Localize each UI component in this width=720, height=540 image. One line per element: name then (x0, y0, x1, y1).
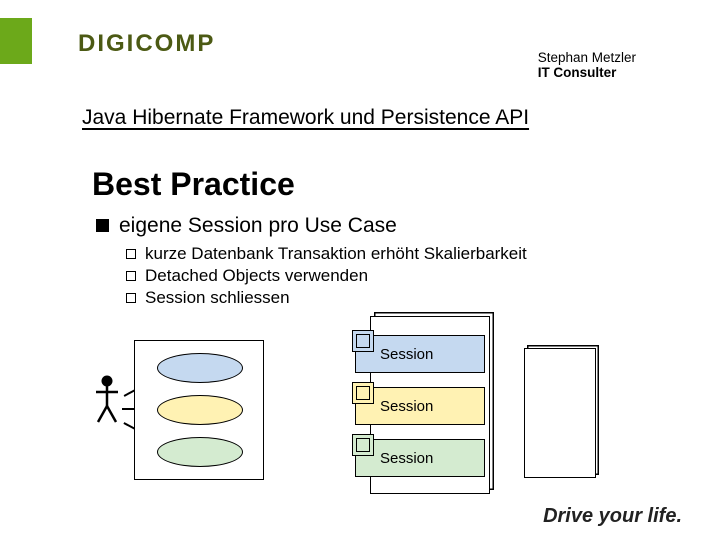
slide-heading: Best Practice (92, 166, 295, 203)
bullet-level2-text: Session schliessen (145, 288, 290, 308)
list-item: kurze Datenbank Transaktion erhöht Skali… (126, 244, 527, 264)
list-item: Session schliessen (126, 288, 527, 308)
bullet-level1-text: eigene Session pro Use Case (119, 214, 397, 238)
author-name: Stephan Metzler (538, 50, 636, 65)
session-box: Session (355, 387, 485, 425)
session-label: Session (380, 346, 433, 363)
author-block: Stephan Metzler IT Consulter (538, 50, 636, 80)
session-stack-container: Session Session Session (370, 316, 490, 494)
session-mini-icon (352, 434, 374, 456)
brand-slogan: Drive your life. (543, 505, 682, 528)
logo-text: DIGICOMP (78, 30, 215, 57)
brand-accent-bar (0, 18, 32, 64)
session-box: Session (355, 439, 485, 477)
list-item: Detached Objects verwenden (126, 266, 527, 286)
usecase-ellipse (157, 353, 243, 383)
database-box (524, 348, 596, 478)
square-bullet-icon (96, 219, 109, 232)
bullet-level1: eigene Session pro Use Case (96, 214, 397, 238)
session-label: Session (380, 398, 433, 415)
hollow-square-bullet-icon (126, 293, 136, 303)
hollow-square-bullet-icon (126, 249, 136, 259)
usecase-ellipse (157, 395, 243, 425)
hollow-square-bullet-icon (126, 271, 136, 281)
actor-icon (94, 374, 120, 431)
logo: DIGICOMP (78, 30, 215, 58)
session-box: Session (355, 335, 485, 373)
diagram: Session Session Session (92, 330, 612, 498)
usecase-ellipse (157, 437, 243, 467)
bullet-level2-text: Detached Objects verwenden (145, 266, 368, 286)
page-title: Java Hibernate Framework und Persistence… (82, 106, 529, 130)
author-title: IT Consulter (538, 65, 636, 80)
bullet-level2-list: kurze Datenbank Transaktion erhöht Skali… (126, 244, 527, 310)
usecase-container (134, 340, 264, 480)
session-label: Session (380, 450, 433, 467)
session-mini-icon (352, 330, 374, 352)
session-mini-icon (352, 382, 374, 404)
bullet-level2-text: kurze Datenbank Transaktion erhöht Skali… (145, 244, 527, 264)
